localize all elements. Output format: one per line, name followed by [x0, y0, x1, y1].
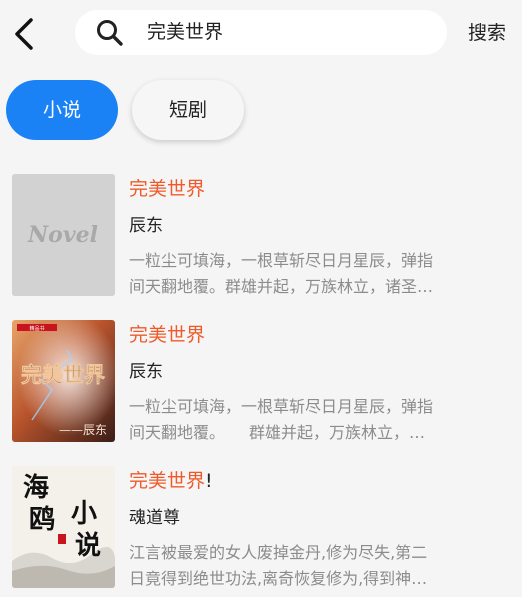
book-cover: 精品书 完美世界 ——辰东 [12, 320, 115, 442]
search-input[interactable]: 完美世界 [147, 10, 223, 55]
tab-novel[interactable]: 小说 [6, 80, 118, 140]
back-arrow-icon [15, 18, 33, 50]
book-author: 辰东 [129, 362, 163, 382]
cover-badge: 精品书 [29, 325, 44, 332]
book-title: 完美世界 [129, 322, 205, 348]
title-match: 完美世界 [129, 324, 206, 346]
search-box[interactable]: 完美世界 [75, 10, 447, 55]
book-title: 完美世界 [129, 176, 205, 202]
title-rest: ! [205, 470, 213, 492]
back-button[interactable] [8, 14, 42, 54]
cover-author: ——辰东 [59, 423, 107, 437]
book-cover: 海 鸥 小 说 [12, 466, 115, 588]
desc-line: 间天翻地覆。群雄并起，万族林立，诸圣… [129, 277, 434, 296]
book-description: 一粒尘可填海，一根草斩尽日月星辰，弹指 间天翻地覆。 群雄并起，万族林立，… [129, 394, 469, 446]
cover-title: 完美世界 [21, 362, 105, 387]
cover-char: 鸥 [29, 504, 55, 535]
cover-placeholder-image: Novel [12, 174, 115, 296]
desc-line: 间天翻地覆。 群雄并起，万族林立，… [129, 423, 426, 442]
cover-char: 说 [75, 531, 101, 561]
cover-image: 精品书 完美世界 ——辰东 [12, 320, 115, 442]
search-button[interactable]: 搜索 [468, 20, 506, 46]
top-bar: 完美世界 搜索 [0, 0, 522, 68]
cover-char: 海 [23, 473, 49, 503]
cover-image: 海 鸥 小 说 [12, 466, 115, 588]
book-author: 魂道尊 [129, 508, 180, 528]
book-description: 一粒尘可填海，一根草斩尽日月星辰，弹指 间天翻地覆。群雄并起，万族林立，诸圣… [129, 248, 469, 300]
result-item[interactable]: 精品书 完美世界 ——辰东 完美世界 辰东 一粒尘可填海，一根草斩尽日月星辰，弹… [0, 320, 522, 444]
desc-line: 江言被最爱的女人废掉金丹,修为尽失,第二 [129, 543, 428, 562]
book-author: 辰东 [129, 216, 163, 236]
book-cover: Novel [12, 174, 115, 296]
category-tabs: 小说 短剧 [0, 80, 522, 142]
title-match: 完美世界 [129, 470, 206, 492]
desc-line: 一粒尘可填海，一根草斩尽日月星辰，弹指 [129, 251, 434, 270]
result-item[interactable]: Novel 完美世界 辰东 一粒尘可填海，一根草斩尽日月星辰，弹指 间天翻地覆。… [0, 174, 522, 298]
title-match: 完美世界 [129, 178, 206, 200]
book-title: 完美世界! [129, 468, 213, 494]
book-description: 江言被最爱的女人废掉金丹,修为尽失,第二 日竟得到绝世功法,离奇恢复修为,得到神… [129, 540, 469, 592]
cover-char: 小 [71, 499, 97, 529]
search-icon [97, 20, 123, 46]
seal-stamp [58, 534, 66, 544]
desc-line: 日竟得到绝世功法,离奇恢复修为,得到神… [129, 569, 428, 588]
result-item[interactable]: 海 鸥 小 说 完美世界! 魂道尊 江言被最爱的女人废掉金丹,修为尽失,第二 日… [0, 466, 522, 590]
cover-placeholder-text: Novel [27, 222, 98, 248]
tab-short-drama[interactable]: 短剧 [132, 80, 244, 140]
desc-line: 一粒尘可填海，一根草斩尽日月星辰，弹指 [129, 397, 434, 416]
